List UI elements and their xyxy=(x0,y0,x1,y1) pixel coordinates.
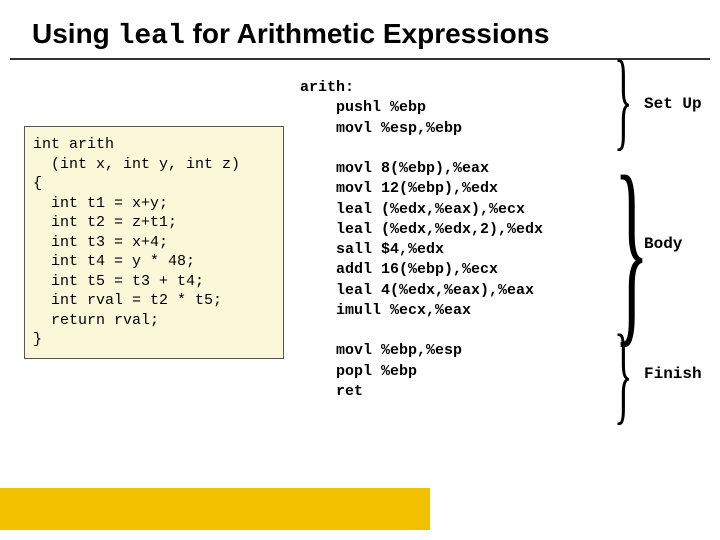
title-prefix: Using xyxy=(32,18,118,49)
title-mono: leal xyxy=(118,21,185,52)
slide-title: Using leal for Arithmetic Expressions xyxy=(10,0,710,60)
label-setup: Set Up xyxy=(644,96,702,114)
title-suffix: for Arithmetic Expressions xyxy=(185,18,550,49)
assembly-code: arith: pushl %ebp movl %esp,%ebp movl 8(… xyxy=(300,78,543,402)
footer-accent-bar xyxy=(0,488,430,530)
c-source-code: int arith (int x, int y, int z) { int t1… xyxy=(24,126,284,359)
content-area: int arith (int x, int y, int z) { int t1… xyxy=(0,60,720,80)
label-finish: Finish xyxy=(644,366,702,384)
label-body: Body xyxy=(644,236,682,254)
brace-finish: } xyxy=(614,310,632,437)
